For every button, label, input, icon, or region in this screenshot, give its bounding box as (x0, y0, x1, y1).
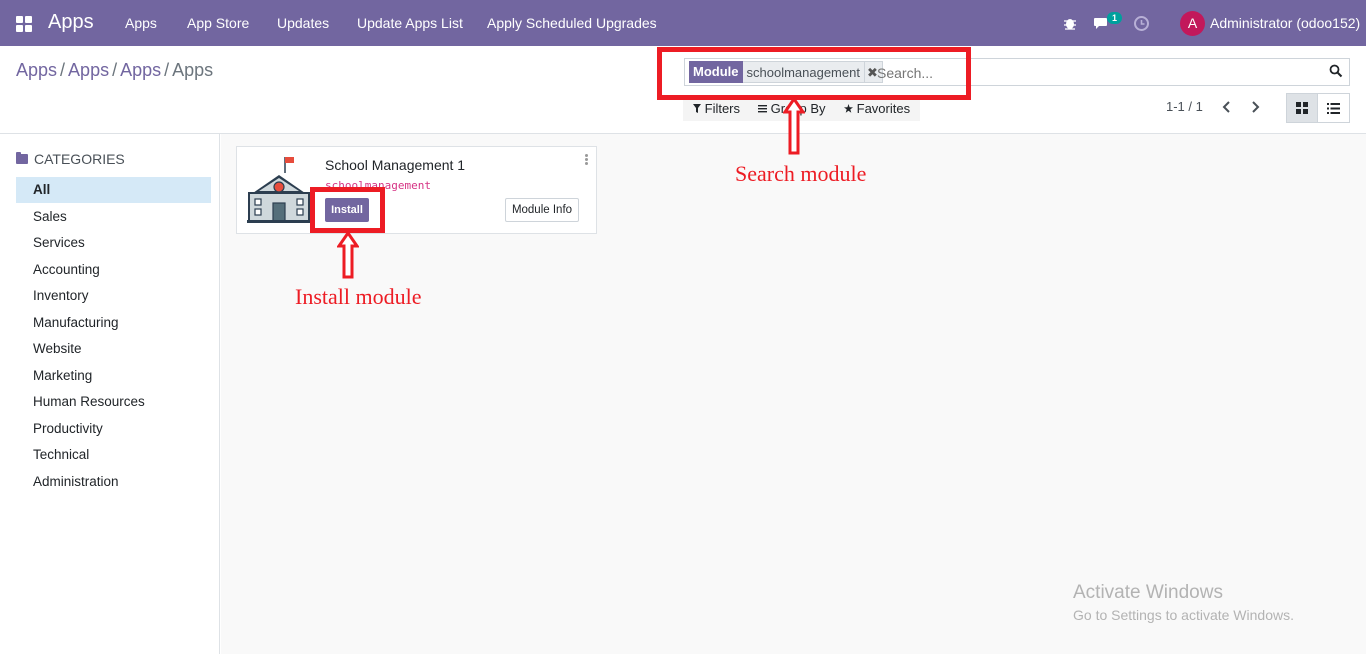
folder-icon (16, 152, 28, 164)
install-annotation-label: Install module (295, 284, 422, 309)
category-inventory[interactable]: Inventory (16, 283, 211, 309)
filters-dropdown[interactable]: Filters (693, 101, 740, 116)
install-highlight-box (310, 187, 385, 233)
menu-apply-scheduled-upgrades[interactable]: Apply Scheduled Upgrades (487, 15, 657, 31)
category-website[interactable]: Website (16, 336, 211, 362)
filter-icon (693, 104, 701, 113)
messages-badge: 1 (1107, 12, 1123, 24)
favorites-dropdown[interactable]: Favorites (844, 101, 910, 116)
search-highlight-box (657, 47, 971, 100)
category-administration[interactable]: Administration (16, 469, 211, 495)
menu-apps[interactable]: Apps (125, 15, 157, 31)
list-view-button[interactable] (1318, 93, 1350, 123)
module-card[interactable]: School Management 1 schoolmanagement Ins… (236, 146, 597, 234)
app-brand[interactable]: Apps (48, 11, 94, 34)
breadcrumb-current: Apps (172, 60, 214, 80)
category-manufacturing[interactable]: Manufacturing (16, 310, 211, 336)
categories-sidebar: CATEGORIES All Sales Services Accounting… (0, 134, 220, 654)
categories-title: CATEGORIES (34, 151, 125, 167)
categories-header: CATEGORIES (16, 151, 125, 167)
app-menu-icon[interactable] (16, 16, 32, 32)
chevron-right-icon[interactable] (1250, 101, 1260, 113)
list-icon (1327, 103, 1340, 114)
user-avatar[interactable]: A (1180, 11, 1205, 36)
category-technical[interactable]: Technical (16, 442, 211, 468)
bug-icon[interactable] (1063, 16, 1077, 30)
module-info-button[interactable]: Module Info (505, 198, 579, 222)
windows-watermark-title: Activate Windows (1073, 582, 1223, 603)
school-building-icon (247, 157, 311, 223)
windows-watermark-subtitle: Go to Settings to activate Windows. (1073, 607, 1294, 623)
bars-icon (758, 105, 767, 113)
favorites-label: Favorites (856, 101, 911, 116)
category-productivity[interactable]: Productivity (16, 416, 211, 442)
category-services[interactable]: Services (16, 230, 211, 256)
breadcrumb-separator: / (60, 60, 66, 80)
kanban-view-button[interactable] (1286, 93, 1318, 123)
category-marketing[interactable]: Marketing (16, 363, 211, 389)
breadcrumb-item[interactable]: Apps (120, 60, 161, 80)
up-arrow-icon (337, 231, 359, 279)
clock-icon[interactable] (1134, 16, 1149, 31)
kanban-icon (1296, 102, 1308, 114)
category-accounting[interactable]: Accounting (16, 257, 211, 283)
menu-app-store[interactable]: App Store (187, 15, 249, 31)
chevron-left-icon[interactable] (1222, 101, 1232, 113)
filters-label: Filters (704, 101, 741, 116)
breadcrumb-item[interactable]: Apps (16, 60, 57, 80)
breadcrumb: Apps / Apps / Apps / Apps (16, 60, 213, 81)
pager-value[interactable]: 1-1 / 1 (1166, 99, 1203, 114)
card-menu-icon[interactable] (585, 154, 588, 166)
module-title: School Management 1 (325, 157, 466, 173)
breadcrumb-item[interactable]: Apps (68, 60, 109, 80)
menu-update-apps-list[interactable]: Update Apps List (357, 15, 463, 31)
top-navbar: Apps Apps App Store Updates Update Apps … (0, 0, 1366, 46)
breadcrumb-separator: / (164, 60, 170, 80)
category-all[interactable]: All (16, 177, 211, 203)
star-icon (844, 104, 853, 113)
menu-updates[interactable]: Updates (277, 15, 329, 31)
search-icon[interactable] (1329, 64, 1343, 78)
user-menu[interactable]: Administrator (odoo152) (1210, 15, 1360, 31)
category-sales[interactable]: Sales (16, 204, 211, 230)
search-annotation-label: Search module (735, 161, 867, 186)
category-human-resources[interactable]: Human Resources (16, 389, 211, 415)
up-arrow-icon (783, 97, 805, 155)
breadcrumb-separator: / (112, 60, 118, 80)
